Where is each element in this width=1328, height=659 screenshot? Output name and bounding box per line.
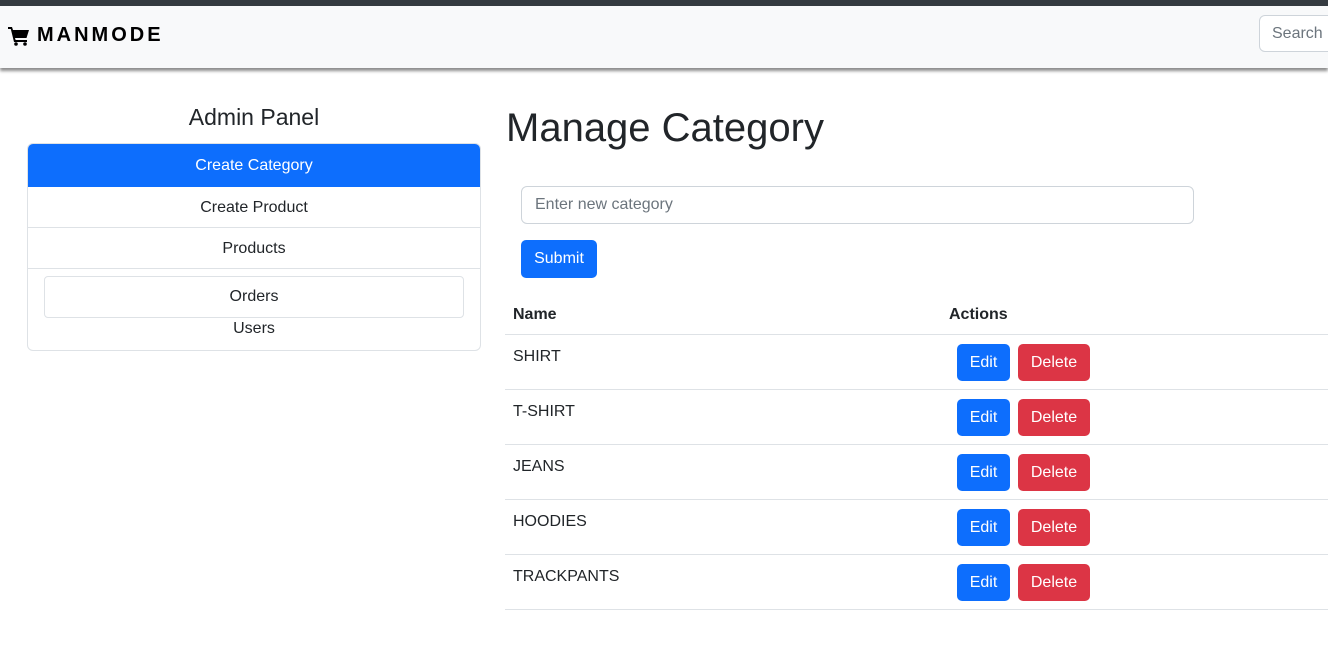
delete-button[interactable]: Delete	[1018, 399, 1090, 436]
table-row: JEANS Edit Delete	[505, 445, 1328, 500]
edit-button[interactable]: Edit	[957, 454, 1010, 491]
column-header-name: Name	[513, 306, 557, 323]
category-name: TRACKPANTS	[513, 568, 620, 585]
sidebar-item-create-product[interactable]: Create Product	[28, 187, 480, 228]
table-row: SHIRT Edit Delete	[505, 335, 1328, 390]
sidebar-item-create-category[interactable]: Create Category	[28, 144, 480, 187]
column-header-actions: Actions	[949, 306, 1008, 323]
sidebar-item-products[interactable]: Products	[28, 228, 480, 269]
navbar: MANMODE	[0, 6, 1328, 68]
cart-icon	[8, 26, 29, 46]
delete-button[interactable]: Delete	[1018, 344, 1090, 381]
edit-button[interactable]: Edit	[957, 509, 1010, 546]
sidebar-item-users[interactable]: Users	[28, 320, 480, 338]
brand-link[interactable]: MANMODE	[8, 24, 164, 47]
category-name: HOODIES	[513, 513, 587, 530]
page-title: Manage Category	[506, 106, 824, 150]
edit-button[interactable]: Edit	[957, 564, 1010, 601]
table-row: T-SHIRT Edit Delete	[505, 390, 1328, 445]
category-table: Name Actions SHIRT Edit Delete T-SHIRT E…	[505, 296, 1328, 610]
sidebar-title: Admin Panel	[188, 104, 320, 130]
table-row: TRACKPANTS Edit Delete	[505, 555, 1328, 610]
category-name: T-SHIRT	[513, 403, 575, 420]
sidebar-item-orders[interactable]: Orders	[44, 276, 464, 318]
delete-button[interactable]: Delete	[1018, 454, 1090, 491]
edit-button[interactable]: Edit	[957, 399, 1010, 436]
brand-name: MANMODE	[37, 24, 164, 46]
delete-button[interactable]: Delete	[1018, 564, 1090, 601]
table-header: Name Actions	[505, 296, 1328, 335]
category-name: JEANS	[513, 458, 565, 475]
category-name: SHIRT	[513, 348, 561, 365]
submit-button[interactable]: Submit	[521, 240, 597, 278]
new-category-input[interactable]	[521, 186, 1194, 224]
search-input[interactable]	[1259, 15, 1328, 52]
table-row: HOODIES Edit Delete	[505, 500, 1328, 555]
admin-menu: Create Category Create Product Products …	[27, 143, 481, 351]
delete-button[interactable]: Delete	[1018, 509, 1090, 546]
edit-button[interactable]: Edit	[957, 344, 1010, 381]
